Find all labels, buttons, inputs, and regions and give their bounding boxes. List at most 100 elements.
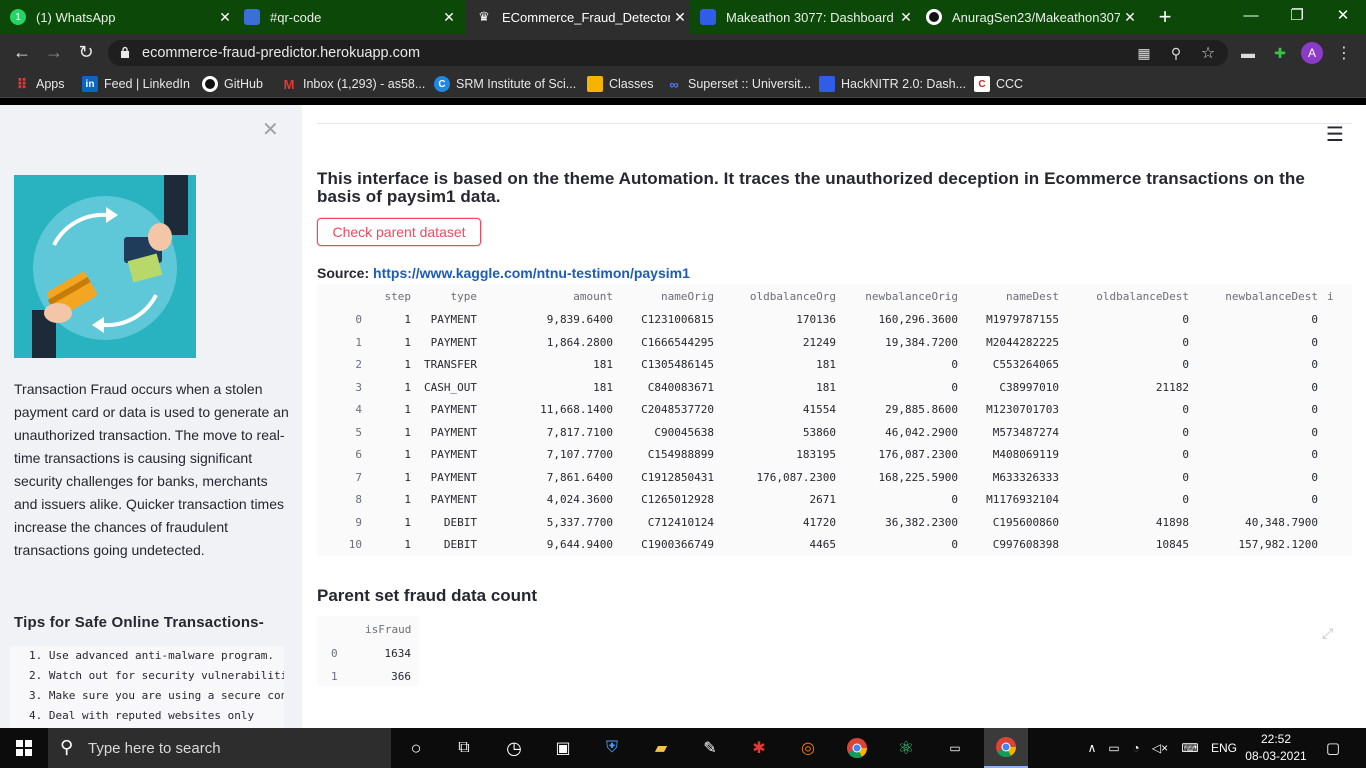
search-icon: ⚲ [60,737,74,757]
table-cell: PAYMENT [430,470,477,484]
column-header-newbalanceDest[interactable]: newbalanceDest [1225,290,1318,303]
minimize-icon[interactable]: — [1228,0,1274,30]
spider-app-icon[interactable]: ✱ [739,728,779,768]
bookmark-star-icon[interactable]: ☆ [1197,42,1219,64]
column-header-nameOrig[interactable]: nameOrig [661,290,714,303]
tab-makeathon-dashboard[interactable]: Makeathon 3077: Dashboard | ✕ [700,0,916,34]
table-cell: 176,087.2300 [756,470,836,484]
language-indicator[interactable]: ENG [1208,728,1240,768]
row-index: 9 [355,515,362,529]
extension-icon[interactable]: ▬ [1237,42,1259,64]
clock-app-icon[interactable]: ◷ [494,728,534,768]
tab-qr-code[interactable]: #qr-code ✕ [244,0,459,34]
puzzle-extension-icon[interactable]: ✚ [1269,42,1291,64]
check-parent-dataset-button[interactable]: Check parent dataset [317,218,481,246]
restore-icon[interactable]: ❐ [1274,0,1320,30]
bookmark-classes[interactable]: Classes [587,70,653,98]
column-header-oldbalanceDest[interactable]: oldbalanceDest [1096,290,1189,303]
table-cell: M2044282225 [986,335,1059,349]
bookmark-srm[interactable]: C SRM Institute of Sci... [434,70,576,98]
close-icon[interactable]: ✕ [439,9,459,26]
bookmark-label: Inbox (1,293) - as58... [303,77,426,91]
bookmark-hacknitr[interactable]: HackNITR 2.0: Dash... [819,70,966,98]
notification-icon[interactable]: ▢ [1318,728,1348,768]
chrome-active-icon[interactable] [984,728,1028,768]
table-cell: PAYMENT [430,425,477,439]
table-cell: 9,644.9400 [546,538,613,551]
table-cell: 168,225.5900 [878,470,958,484]
jupyter-icon[interactable]: ◎ [788,728,828,768]
file-explorer-icon[interactable]: ▰ [641,728,681,768]
column-header-i[interactable]: i [1327,290,1334,303]
camera-icon[interactable]: ▣ [543,728,583,768]
apps-grid-icon: ⠿ [16,75,28,92]
linkedin-icon: in [82,76,98,92]
qr-share-icon[interactable]: ▦ [1133,42,1155,64]
table-cell: C38997010 [999,380,1059,394]
row-index: 4 [355,403,362,416]
expand-fullscreen-icon[interactable]: ⤢ [1322,625,1333,642]
row-index: 1 [355,335,362,349]
source-line: Source: https://www.kaggle.com/ntnu-test… [317,265,690,281]
table-cell: 160,296.3600 [878,313,958,326]
forward-icon[interactable]: → [40,34,68,70]
menu-kebab-icon[interactable]: ⋮ [1333,42,1355,64]
bookmark-superset[interactable]: ∞ Superset :: Universit... [666,70,811,98]
fraud-row-index: 1 [331,670,338,683]
table-cell: 40,348.7900 [1245,515,1318,529]
chrome-icon[interactable] [837,728,877,768]
network-icon[interactable]: ◔ [1126,728,1146,768]
column-header-nameDest[interactable]: nameDest [1006,290,1059,303]
table-row: 4 1 PAYMENT 11,668.1400 C2048537720 41554 29,8… [317,398,1352,421]
sidebar-close-icon[interactable]: ✕ [262,117,279,142]
new-tab-button[interactable]: + [1150,0,1180,34]
profile-avatar[interactable]: A [1301,42,1323,64]
reload-icon[interactable]: ↻ [72,34,100,70]
close-icon[interactable]: ✕ [1120,9,1140,26]
hamburger-menu-icon[interactable]: ☰ [1326,122,1344,147]
bookmark-gmail-inbox[interactable]: M Inbox (1,293) - as58... [281,70,426,98]
url-field[interactable]: ecommerce-fraud-predictor.herokuapp.com [108,40,1228,66]
table-row: 8 1 PAYMENT 4,024.3600 C1265012928 2671 0 M1176… [317,488,1352,511]
tray-chevron-icon[interactable]: ∧ [1082,728,1102,768]
table-cell: 181 [593,358,613,371]
column-header-amount[interactable]: amount [573,290,613,303]
volume-icon[interactable]: ◁× [1150,728,1170,768]
cortana-icon[interactable]: ○ [396,728,436,768]
close-icon[interactable]: ✕ [670,9,690,26]
atom-icon[interactable]: ⚛ [886,728,926,768]
task-view-icon[interactable]: ⧉ [444,728,484,768]
zoom-icon[interactable]: ⚲ [1165,42,1187,64]
battery-icon[interactable]: ▭ [1104,728,1124,768]
tab-whatsapp[interactable]: 1 (1) WhatsApp ✕ [10,0,235,34]
terminal-icon[interactable]: ▭ [935,728,975,768]
column-header-type[interactable]: type [451,290,478,303]
windows-start-icon[interactable] [0,728,48,768]
parent-dataset-table[interactable]: step type amount nameOrig oldbalanceOrg newba… [317,284,1352,556]
table-cell: PAYMENT [430,448,477,461]
system-clock[interactable]: 22:52 08-03-2021 [1240,731,1312,765]
column-header-oldbalanceOrg[interactable]: oldbalanceOrg [750,290,836,303]
fraud-count-table[interactable]: isFraud 0 1634 1 366 [317,616,419,686]
tab-github-repo[interactable]: AnuragSen23/Makeathon3077 ✕ [926,0,1140,34]
row-index: 5 [355,425,362,439]
close-icon[interactable]: ✕ [896,9,916,26]
close-icon[interactable]: ✕ [215,9,235,26]
keyboard-icon[interactable]: ⌨ [1176,728,1204,768]
bookmark-linkedin[interactable]: in Feed | LinkedIn [82,70,190,98]
window-close-icon[interactable]: ✕ [1320,0,1366,30]
paint-icon[interactable]: ✎ [690,728,730,768]
profile-initial: A [1301,42,1323,64]
table-cell: 183195 [796,448,836,461]
column-header-step[interactable]: step [385,290,412,303]
tab-ecommerce-fraud-detector[interactable]: ♛ ECommerce_Fraud_Detector · ✕ [466,0,690,34]
bookmark-ccc[interactable]: C CCC [974,70,1023,98]
column-header-newbalanceOrig[interactable]: newbalanceOrig [865,290,958,303]
defender-icon[interactable]: ⛨ [592,728,632,768]
source-link[interactable]: https://www.kaggle.com/ntnu-testimon/pay… [373,265,690,281]
tab-label: ECommerce_Fraud_Detector · [502,9,670,25]
back-icon[interactable]: ← [8,34,36,70]
taskbar-search-box[interactable]: ⚲ Type here to search [48,728,391,768]
bookmark-github[interactable]: GitHub [202,70,263,98]
bookmark-apps[interactable]: ⠿ Apps [14,70,65,98]
